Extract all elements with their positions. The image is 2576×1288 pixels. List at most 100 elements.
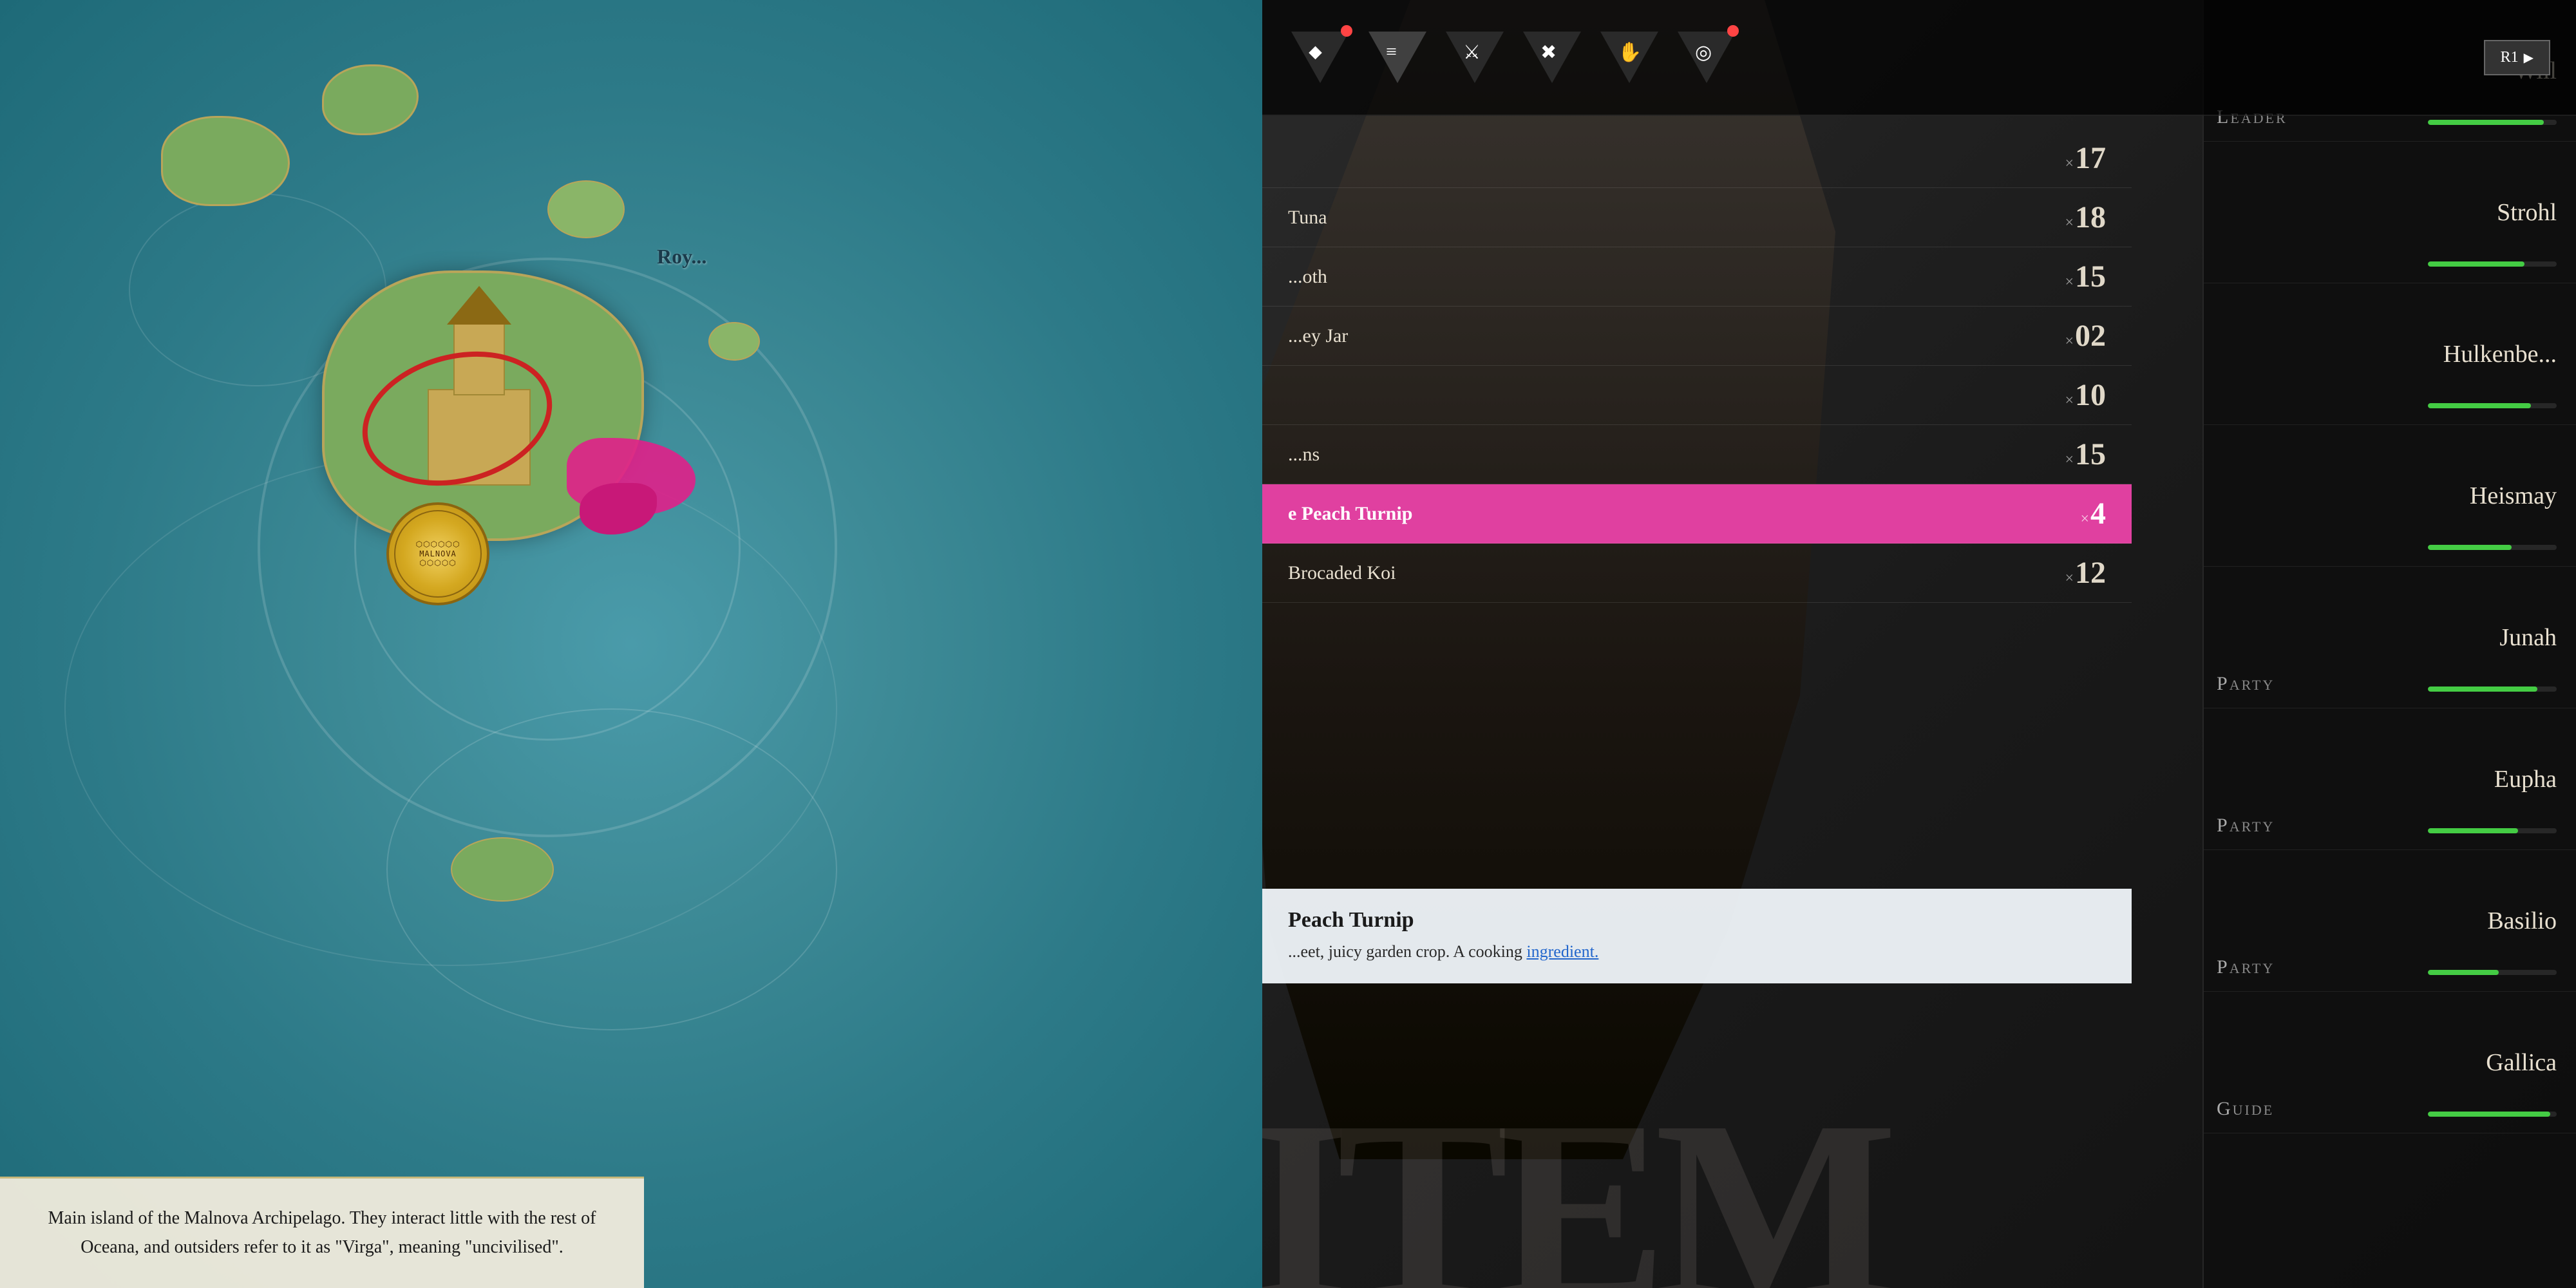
party-name-junah: Junah bbox=[2499, 623, 2557, 652]
party-hp-fill-gallica bbox=[2428, 1112, 2550, 1117]
item-row-6[interactable]: e Peach Turnip × 4 bbox=[1262, 484, 2132, 544]
item-row-3[interactable]: ...ey Jar × 02 bbox=[1262, 307, 2132, 366]
nav-icon-1[interactable]: ≡ bbox=[1365, 25, 1430, 90]
item-list: × 17 Tuna × 18 ...oth × 15 ...ey Jar × bbox=[1262, 116, 2132, 889]
description-text: Main island of the Malnova Archipelago. … bbox=[39, 1204, 605, 1262]
nav-icon-0[interactable]: ⬥ bbox=[1288, 25, 1352, 90]
party-item-basilio[interactable]: Basilio PARTY bbox=[2204, 850, 2576, 992]
qty-x-6: × bbox=[2080, 511, 2089, 528]
party-hp-fill-junah bbox=[2428, 687, 2537, 692]
party-hp-hulkenbe bbox=[2428, 403, 2557, 408]
qty-num-0: 17 bbox=[2075, 140, 2106, 176]
item-name-1: Tuna bbox=[1288, 207, 2065, 229]
nav-symbol-0: ⬥ bbox=[1309, 41, 1322, 63]
party-item-hulkenbe[interactable]: Hulkenbe... bbox=[2204, 283, 2576, 425]
r1-button[interactable]: R1 ▶ bbox=[2484, 40, 2550, 75]
party-name-hulkenbe: Hulkenbe... bbox=[2443, 340, 2557, 368]
party-label-party1: PARTY bbox=[2217, 673, 2275, 695]
party-name-basilio: Basilio bbox=[2487, 907, 2557, 935]
small-island-5 bbox=[451, 837, 554, 902]
party-name-eupha: Eupha bbox=[2494, 765, 2557, 793]
qty-display-0: × 17 bbox=[2065, 140, 2106, 176]
qty-x-5: × bbox=[2065, 451, 2074, 469]
party-label-party2: PARTY bbox=[2217, 815, 2275, 837]
qty-display-3: × 02 bbox=[2065, 318, 2106, 354]
party-hp-heismay bbox=[2428, 545, 2557, 550]
selected-item-name: Peach Turnip bbox=[1288, 908, 2106, 933]
item-row-5[interactable]: ...ns × 15 bbox=[1262, 425, 2132, 484]
party-hp-strohl bbox=[2428, 261, 2557, 267]
party-hp-fill-hulkenbe bbox=[2428, 403, 2531, 408]
nav-triangle-3: ✖ bbox=[1523, 32, 1581, 83]
nav-icon-4[interactable]: ✋ bbox=[1597, 25, 1662, 90]
r1-arrow: ▶ bbox=[2524, 50, 2533, 66]
nav-icon-3[interactable]: ✖ bbox=[1520, 25, 1584, 90]
map-panel: ⬡⬡⬡⬡⬡⬡MALNOVA⬡⬡⬡⬡⬡ Roy... Main island of… bbox=[0, 0, 1262, 1288]
qty-num-6: 4 bbox=[2090, 496, 2106, 531]
nav-symbol-1: ≡ bbox=[1386, 41, 1397, 63]
item-description-box: Peach Turnip ...eet, juicy garden crop. … bbox=[1262, 889, 2132, 983]
item-name-2: ...oth bbox=[1288, 266, 2065, 288]
nav-triangle-2: ⚔ bbox=[1446, 32, 1504, 83]
castle-roof bbox=[447, 286, 511, 325]
qty-display-4: × 10 bbox=[2065, 377, 2106, 413]
qty-num-5: 15 bbox=[2075, 437, 2106, 472]
party-hp-will bbox=[2428, 120, 2557, 125]
qty-display-7: × 12 bbox=[2065, 555, 2106, 591]
item-row-1[interactable]: Tuna × 18 bbox=[1262, 188, 2132, 247]
party-sidebar: Will LEADER Strohl Hulkenbe... bbox=[2202, 0, 2576, 1288]
r1-label: R1 bbox=[2501, 49, 2519, 66]
qty-x-1: × bbox=[2065, 214, 2074, 232]
nav-icon-5[interactable]: ◎ bbox=[1674, 25, 1739, 90]
nav-symbol-2: ⚔ bbox=[1463, 41, 1481, 64]
qty-num-7: 12 bbox=[2075, 555, 2106, 591]
party-item-heismay[interactable]: Heismay bbox=[2204, 425, 2576, 567]
nav-symbol-4: ✋ bbox=[1618, 41, 1642, 64]
item-name-6: e Peach Turnip bbox=[1288, 503, 2080, 525]
qty-display-1: × 18 bbox=[2065, 200, 2106, 235]
party-label-party3: PARTY bbox=[2217, 956, 2275, 978]
qty-num-1: 18 bbox=[2075, 200, 2106, 235]
nav-triangle-5: ◎ bbox=[1678, 32, 1736, 83]
qty-display-6: × 4 bbox=[2080, 496, 2106, 531]
nav-symbol-5: ◎ bbox=[1695, 41, 1712, 64]
nav-icon-2[interactable]: ⚔ bbox=[1443, 25, 1507, 90]
small-island-3 bbox=[547, 180, 625, 238]
inventory-panel: ITEM ⬥ ≡ ⚔ ✖ ✋ bbox=[1262, 0, 2576, 1288]
party-label-guide: GUIDE bbox=[2217, 1098, 2274, 1120]
item-row-0[interactable]: × 17 bbox=[1262, 129, 2132, 188]
item-row-2[interactable]: ...oth × 15 bbox=[1262, 247, 2132, 307]
nav-symbol-3: ✖ bbox=[1540, 41, 1557, 64]
item-name-7: Brocaded Koi bbox=[1288, 562, 2065, 584]
item-row-7[interactable]: Brocaded Koi × 12 bbox=[1262, 544, 2132, 603]
qty-display-2: × 15 bbox=[2065, 259, 2106, 294]
party-hp-gallica bbox=[2428, 1112, 2557, 1117]
qty-x-2: × bbox=[2065, 274, 2074, 291]
item-desc-link[interactable]: ingredient. bbox=[1526, 942, 1598, 961]
qty-x-7: × bbox=[2065, 570, 2074, 587]
small-island-1 bbox=[161, 116, 290, 206]
item-name-3: ...ey Jar bbox=[1288, 325, 2065, 347]
party-item-eupha[interactable]: Eupha PARTY bbox=[2204, 708, 2576, 850]
qty-x-4: × bbox=[2065, 392, 2074, 410]
nav-triangle-1: ≡ bbox=[1368, 32, 1426, 83]
qty-num-3: 02 bbox=[2075, 318, 2106, 354]
party-item-strohl[interactable]: Strohl bbox=[2204, 142, 2576, 283]
party-hp-basilio bbox=[2428, 970, 2557, 975]
nav-dot-5 bbox=[1727, 25, 1739, 37]
party-hp-fill-basilio bbox=[2428, 970, 2499, 975]
party-item-junah[interactable]: Junah PARTY bbox=[2204, 567, 2576, 708]
qty-display-5: × 15 bbox=[2065, 437, 2106, 472]
item-desc-text: ...eet, juicy garden crop. A cooking ing… bbox=[1288, 939, 2106, 964]
item-watermark: ITEM bbox=[1262, 1082, 1885, 1288]
item-name-5: ...ns bbox=[1288, 444, 2065, 466]
small-island-4 bbox=[708, 322, 760, 361]
party-hp-fill-strohl bbox=[2428, 261, 2524, 267]
party-hp-fill-heismay bbox=[2428, 545, 2512, 550]
party-item-gallica[interactable]: Gallica GUIDE bbox=[2204, 992, 2576, 1133]
item-row-4[interactable]: × 10 bbox=[1262, 366, 2132, 425]
party-hp-junah bbox=[2428, 687, 2557, 692]
nav-triangle-4: ✋ bbox=[1600, 32, 1658, 83]
qty-x-3: × bbox=[2065, 333, 2074, 350]
nav-triangle-0: ⬥ bbox=[1291, 32, 1349, 83]
